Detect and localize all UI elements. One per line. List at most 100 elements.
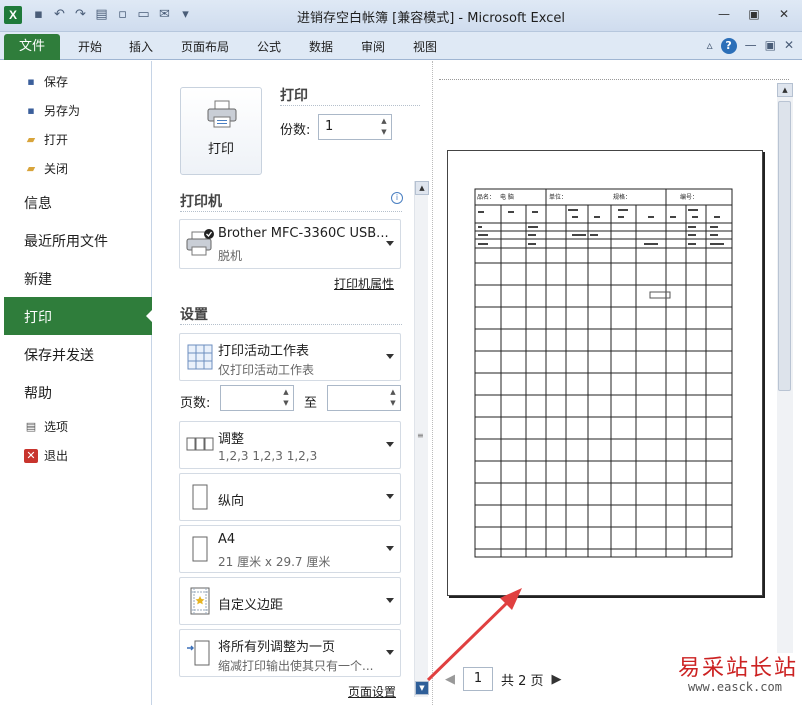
tab-formulas[interactable]: 公式 <box>257 38 281 55</box>
settings-scrollbar[interactable]: ▲ ≡ ▼ <box>414 181 429 697</box>
nav-help[interactable]: 帮助 <box>24 383 52 403</box>
nav-open-label: 打开 <box>44 133 69 147</box>
print-what-title: 打印活动工作表 <box>218 344 310 359</box>
nav-exit-label: 退出 <box>44 449 69 463</box>
title-bar: X ▪ ↶ ↷ ▤ ▫ ▭ ✉ ▾ 进销存空白帐簿 [兼容模式] - Micro… <box>0 0 802 32</box>
settings-heading: 设置 <box>180 307 208 323</box>
printer-status: 脱机 <box>218 249 243 263</box>
watermark-url: www.easck.com <box>688 680 782 694</box>
preview-header-code: 编号： <box>680 193 698 201</box>
copies-input[interactable]: 1 ▲ ▼ <box>318 114 392 140</box>
backstage-nav: ▪ 保存 ▪ 另存为 ▰ 打开 ▰ 关闭 信息 最近所用文件 新建 打印 保存并… <box>0 61 153 705</box>
print-button[interactable]: 打印 <box>180 87 262 175</box>
spin-down-icon[interactable]: ▼ <box>281 399 291 407</box>
margins-dropdown[interactable]: 自定义边距 <box>179 577 401 625</box>
page-setup-link[interactable]: 页面设置 <box>348 683 396 700</box>
nav-recent[interactable]: 最近所用文件 <box>24 231 108 251</box>
divider <box>280 105 420 106</box>
printer-properties-link[interactable]: 打印机属性 <box>334 275 394 292</box>
nav-exit[interactable]: ✕ 退出 <box>24 447 68 464</box>
print-what-subtitle: 仅打印活动工作表 <box>218 363 315 377</box>
print-settings-panel: 打印 打印 份数: 1 ▲ ▼ 打印机 i Brother MFC-3360C … <box>152 61 432 705</box>
collate-icon <box>186 437 214 451</box>
tab-page-layout[interactable]: 页面布局 <box>181 38 229 55</box>
options-icon: ▤ <box>25 419 37 433</box>
nav-close[interactable]: ▰ 关闭 <box>24 160 68 177</box>
scroll-up-icon[interactable]: ▲ <box>415 181 429 195</box>
preview-page: 品名： 电 脑 单位： 规格： 编号： <box>447 150 763 596</box>
nav-save[interactable]: ▪ 保存 <box>24 73 68 90</box>
minimize-icon[interactable]: — <box>710 4 738 24</box>
doc-minimize-icon[interactable]: — <box>745 38 757 54</box>
nav-new[interactable]: 新建 <box>24 269 52 289</box>
chevron-down-icon <box>386 354 394 363</box>
doc-close-icon[interactable]: ✕ <box>784 38 794 54</box>
spin-up-icon[interactable]: ▲ <box>379 117 389 125</box>
chevron-down-icon <box>386 650 394 659</box>
printer-dropdown[interactable]: Brother MFC-3360C USB... 脱机 <box>179 219 401 269</box>
tab-view[interactable]: 视图 <box>413 38 437 55</box>
nav-open[interactable]: ▰ 打开 <box>24 131 68 148</box>
collate-title: 调整 <box>218 432 245 447</box>
collate-dropdown[interactable]: 调整 1,2,3 1,2,3 1,2,3 <box>179 421 401 469</box>
print-preview: 品名： 电 脑 单位： 规格： 编号： ▲ ◀ 1 共 2 页 ▶ <box>432 61 802 705</box>
print-what-dropdown[interactable]: 打印活动工作表 仅打印活动工作表 <box>179 333 401 381</box>
next-page-icon[interactable]: ▶ <box>552 672 562 687</box>
margins-icon <box>190 587 210 615</box>
tab-insert[interactable]: 插入 <box>129 38 153 55</box>
nav-info[interactable]: 信息 <box>24 193 52 213</box>
save-as-icon: ▪ <box>27 103 35 117</box>
page-total: 共 2 页 <box>501 673 544 689</box>
scroll-grip-icon: ≡ <box>417 431 424 440</box>
preview-header-product: 品名： <box>477 193 495 201</box>
help-icon[interactable]: ? <box>720 38 737 54</box>
orientation-dropdown[interactable]: 纵向 <box>179 473 401 521</box>
chevron-down-icon <box>386 442 394 451</box>
copies-label: 份数: <box>280 123 311 138</box>
spin-up-icon[interactable]: ▲ <box>388 388 398 396</box>
preview-header-value: 电 脑 <box>500 193 514 201</box>
printer-icon <box>186 229 214 256</box>
paper-size-dropdown[interactable]: A4 21 厘米 x 29.7 厘米 <box>179 525 401 573</box>
nav-print-label: 打印 <box>24 310 52 326</box>
maximize-icon[interactable]: ▣ <box>740 4 768 24</box>
scaling-dropdown[interactable]: 将所有列调整为一页 缩减打印输出使其只有一个... <box>179 629 401 677</box>
nav-print[interactable]: 打印 <box>4 297 153 335</box>
doc-restore-icon[interactable]: ▣ <box>765 38 776 54</box>
nav-save-send[interactable]: 保存并发送 <box>24 345 94 365</box>
divider <box>180 324 402 325</box>
minimize-ribbon-icon[interactable]: ▵ <box>707 38 713 54</box>
pages-from-input[interactable]: ▲ ▼ <box>220 385 294 411</box>
tab-review[interactable]: 审阅 <box>361 38 385 55</box>
nav-save-as[interactable]: ▪ 另存为 <box>24 102 80 119</box>
divider <box>439 79 789 80</box>
print-button-label: 打印 <box>207 142 234 157</box>
pages-to-input[interactable]: ▲ ▼ <box>327 385 401 411</box>
spin-down-icon[interactable]: ▼ <box>388 399 398 407</box>
tab-data[interactable]: 数据 <box>309 38 333 55</box>
info-icon[interactable]: i <box>391 192 403 204</box>
preview-scrollbar[interactable]: ▲ <box>777 83 793 653</box>
print-heading: 打印 <box>280 88 308 104</box>
pages-to-label: 至 <box>304 396 318 411</box>
nav-options[interactable]: ▤ 选项 <box>24 418 68 435</box>
printer-icon <box>207 100 237 128</box>
scaling-title: 将所有列调整为一页 <box>218 640 336 655</box>
collate-subtitle: 1,2,3 1,2,3 1,2,3 <box>218 449 318 463</box>
page-number-input[interactable]: 1 <box>463 667 493 691</box>
copies-value: 1 <box>325 119 334 134</box>
spin-up-icon[interactable]: ▲ <box>281 388 291 396</box>
scroll-down-icon[interactable]: ▼ <box>415 681 429 695</box>
tab-file[interactable]: 文件 <box>4 34 60 60</box>
page-navigator: ◀ 1 共 2 页 ▶ <box>445 667 562 691</box>
paper-size-title: A4 <box>218 532 236 547</box>
close-icon[interactable]: ✕ <box>770 4 798 24</box>
tab-home[interactable]: 开始 <box>78 38 102 55</box>
scroll-up-icon[interactable]: ▲ <box>777 83 793 97</box>
margins-value: 自定义边距 <box>218 598 284 613</box>
spin-down-icon[interactable]: ▼ <box>379 128 389 136</box>
scroll-thumb[interactable] <box>778 101 791 391</box>
ribbon-right-controls: ▵ ? — ▣ ✕ <box>707 38 794 54</box>
preview-header-spec: 规格： <box>613 193 631 201</box>
prev-page-icon[interactable]: ◀ <box>445 672 455 687</box>
